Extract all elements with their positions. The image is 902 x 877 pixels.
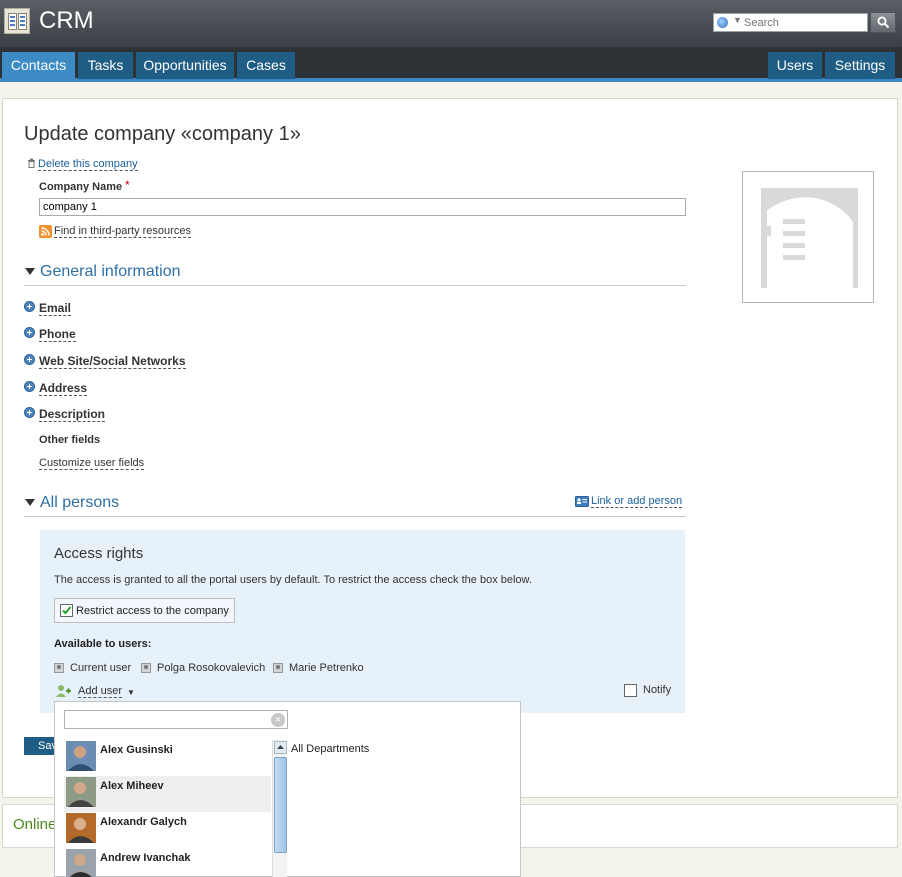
user-polga: Polga Rosokovalevich: [157, 662, 266, 674]
restrict-access-checkbox[interactable]: [60, 604, 73, 617]
find-third-party-link[interactable]: Find in third-party resources: [54, 225, 191, 238]
list-item[interactable]: Alex Gusinski: [64, 740, 271, 776]
required-mark: *: [125, 178, 130, 192]
add-user-link[interactable]: Add user: [78, 685, 123, 698]
globe-icon[interactable]: [717, 17, 728, 28]
trash-icon: [28, 158, 35, 168]
online-label: Online: [13, 816, 57, 833]
user-list-scrollbar[interactable]: [272, 740, 287, 877]
list-item[interactable]: Alex Miheev: [64, 776, 271, 812]
avatar: [66, 777, 96, 807]
all-persons-title[interactable]: All persons: [40, 494, 119, 512]
add-email-icon[interactable]: [24, 301, 35, 312]
chevron-down-icon[interactable]: ▼: [127, 688, 135, 697]
search-box[interactable]: ▼: [713, 13, 868, 32]
website-field-link[interactable]: Web Site/Social Networks: [39, 354, 186, 369]
avatar: [66, 741, 96, 771]
search-icon: [877, 16, 890, 29]
access-note: The access is granted to all the portal …: [54, 574, 532, 586]
app-title: CRM: [39, 7, 94, 34]
list-item[interactable]: Andrew Ivanchak: [64, 848, 271, 877]
notify-checkbox[interactable]: [624, 684, 637, 697]
search-input[interactable]: [744, 15, 864, 30]
person-name: Andrew Ivanchak: [100, 852, 191, 864]
restrict-access-box[interactable]: Restrict access to the company: [54, 598, 235, 623]
tab-tasks[interactable]: Tasks: [78, 52, 133, 79]
description-field-link[interactable]: Description: [39, 407, 106, 422]
user-icon: [54, 663, 64, 673]
add-address-icon[interactable]: [24, 381, 35, 392]
user-marie: Marie Petrenko: [289, 662, 364, 674]
persons-divider: [24, 516, 686, 517]
tab-users[interactable]: Users: [768, 52, 822, 79]
avatar: [66, 813, 96, 843]
user-current: Current user: [70, 662, 132, 674]
general-information-title[interactable]: General information: [40, 263, 181, 281]
clear-search-icon[interactable]: ×: [271, 713, 285, 727]
restrict-access-label[interactable]: Restrict access to the company: [76, 605, 229, 617]
delete-company-link[interactable]: Delete this company: [38, 158, 138, 171]
crm-logo-icon: [4, 8, 30, 34]
customize-user-fields-link[interactable]: Customize user fields: [39, 457, 145, 470]
access-rights-title: Access rights: [54, 545, 144, 562]
tab-settings[interactable]: Settings: [825, 52, 895, 79]
tab-contacts[interactable]: Contacts: [2, 52, 75, 79]
other-fields-label: Other fields: [39, 434, 101, 446]
company-name-label: Company Name: [39, 181, 123, 193]
collapse-persons-icon[interactable]: [25, 499, 35, 506]
user-search-input[interactable]: [64, 710, 288, 729]
company-name-field[interactable]: [39, 198, 686, 216]
department-all[interactable]: All Departments: [291, 743, 369, 755]
company-photo[interactable]: [742, 171, 874, 303]
user-icon: [273, 663, 283, 673]
add-user-icon[interactable]: [56, 684, 71, 697]
add-website-icon[interactable]: [24, 354, 35, 365]
company-building-icon: [761, 188, 858, 288]
save-button[interactable]: Save: [24, 737, 56, 755]
general-divider: [24, 285, 686, 286]
phone-field-link[interactable]: Phone: [39, 327, 76, 342]
person-name: Alex Miheev: [100, 780, 164, 792]
person-name: Alexandr Galych: [100, 816, 187, 828]
scroll-up-icon[interactable]: [274, 741, 287, 754]
checkmark-icon: [62, 606, 72, 615]
avatar: [66, 849, 96, 877]
link-add-person-link[interactable]: Link or add person: [591, 495, 683, 508]
contact-card-icon: [575, 496, 589, 507]
tab-opportunities[interactable]: Opportunities: [136, 52, 234, 79]
page-title: Update company «company 1»: [24, 123, 301, 145]
scroll-thumb[interactable]: [274, 757, 287, 853]
tab-cases[interactable]: Cases: [237, 52, 295, 79]
add-description-icon[interactable]: [24, 407, 35, 418]
search-button[interactable]: [870, 12, 896, 33]
person-name: Alex Gusinski: [100, 744, 173, 756]
list-item[interactable]: Alexandr Galych: [64, 812, 271, 848]
user-icon: [141, 663, 151, 673]
email-field-link[interactable]: Email: [39, 301, 72, 316]
rss-icon: [39, 225, 52, 238]
notify-label[interactable]: Notify: [643, 684, 671, 696]
collapse-general-icon[interactable]: [25, 268, 35, 275]
available-users-label: Available to users:: [54, 638, 152, 650]
chevron-down-icon[interactable]: ▼: [733, 15, 742, 25]
add-phone-icon[interactable]: [24, 327, 35, 338]
address-field-link[interactable]: Address: [39, 381, 88, 396]
